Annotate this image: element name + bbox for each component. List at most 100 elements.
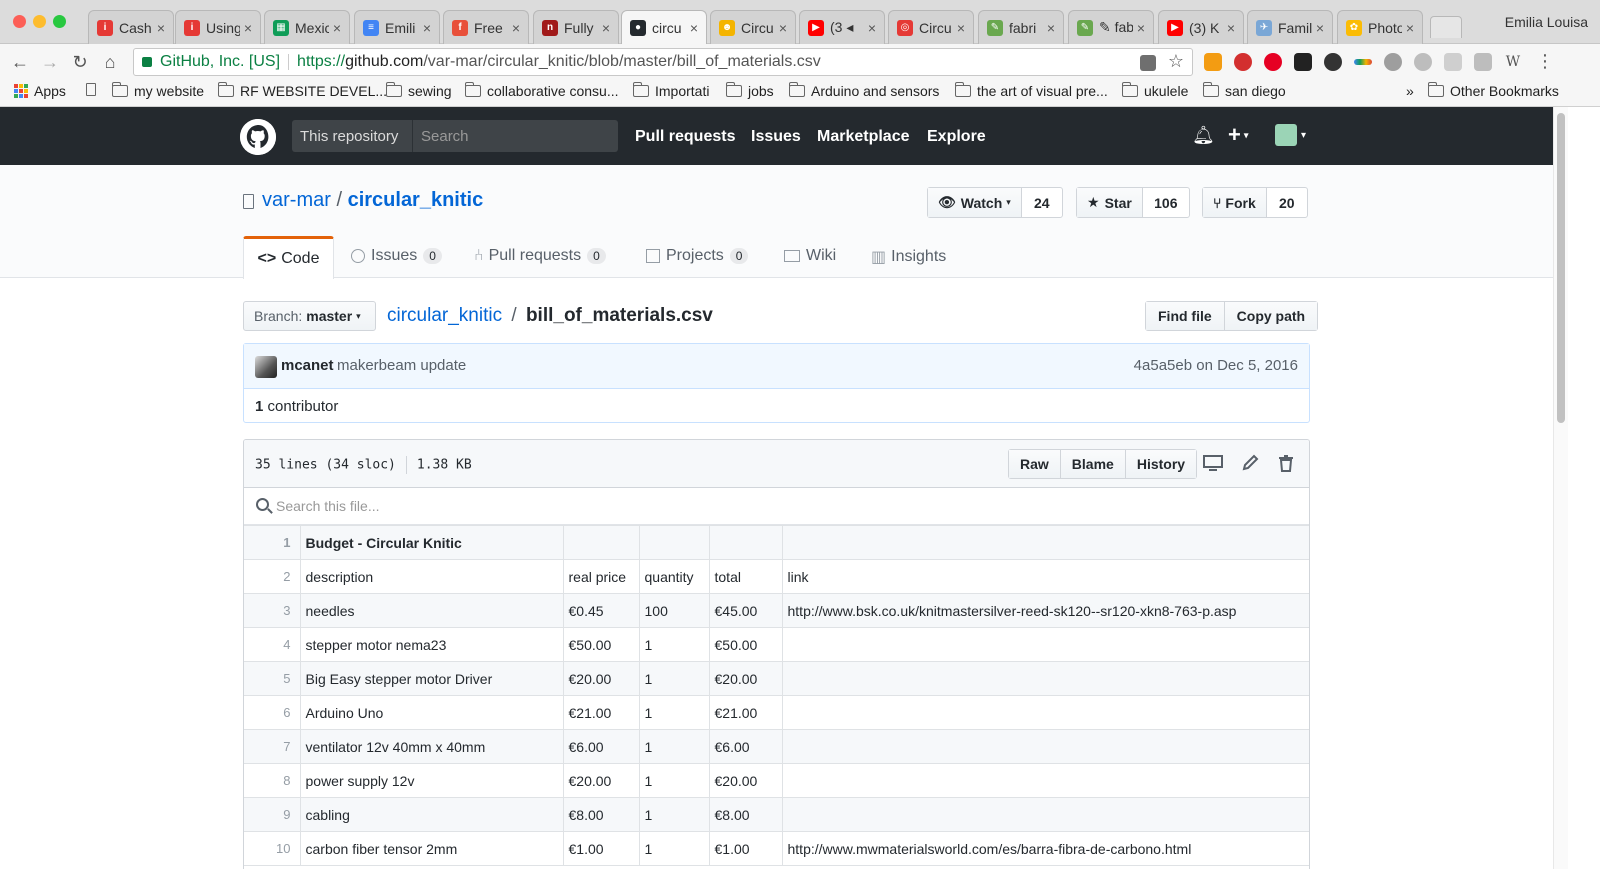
bookmark-collaborative[interactable]: collaborative consu... (465, 82, 619, 99)
commit-sha-link[interactable]: 4a5a5eb (1134, 357, 1192, 374)
bookmark-ukulele[interactable]: ukulele (1122, 82, 1188, 99)
close-tab-icon[interactable]: × (157, 20, 165, 36)
close-window-button[interactable] (13, 15, 26, 28)
line-number[interactable]: 3 (244, 593, 301, 628)
home-icon[interactable]: ⌂ (98, 50, 122, 74)
grey-extension-icon-2[interactable] (1414, 53, 1432, 71)
plus-icon[interactable]: + ▾ (1228, 122, 1249, 148)
tab-pull-requests[interactable]: ⑃ Pull requests 0 (474, 247, 606, 265)
pencil-icon[interactable] (1239, 452, 1261, 474)
line-number[interactable]: 10 (244, 831, 301, 866)
history-button[interactable]: History (1125, 450, 1197, 478)
scrollbar-thumb[interactable] (1557, 113, 1565, 423)
close-tab-icon[interactable]: × (423, 20, 431, 36)
bookmark-arduino[interactable]: Arduino and sensors (789, 82, 939, 99)
nav-pull-requests[interactable]: Pull requests (635, 128, 735, 146)
browser-tab[interactable]: ✿ Photo × (1337, 10, 1423, 44)
fork-button[interactable]: ⑂ Fork (1203, 188, 1267, 217)
close-tab-icon[interactable]: × (512, 20, 520, 36)
repo-name-link[interactable]: circular_knitic (348, 189, 484, 211)
nav-explore[interactable]: Explore (927, 128, 986, 146)
watch-count[interactable]: 24 (1022, 188, 1062, 217)
rss-extension-icon[interactable] (1204, 53, 1222, 71)
browser-tab[interactable]: ✎ ✎ fab × (1068, 10, 1154, 44)
avatar[interactable] (255, 356, 277, 378)
contributors[interactable]: 1 contributor (255, 398, 338, 415)
browser-tab[interactable]: ✎ fabri × (978, 10, 1064, 44)
browser-tab[interactable]: ▦ Mexic × (264, 10, 350, 44)
commit-author-link[interactable]: mcanet (281, 357, 334, 374)
avatar-menu[interactable]: ▾ (1275, 124, 1306, 146)
forward-icon[interactable]: → (38, 50, 62, 74)
back-icon[interactable]: ← (8, 50, 32, 74)
star-button[interactable]: ★ Star (1077, 188, 1143, 217)
file-search-input[interactable]: Search this file... (244, 488, 1309, 525)
bookmark-jobs[interactable]: jobs (726, 82, 774, 99)
bookmark-importati[interactable]: Importati (633, 82, 709, 99)
browser-tab[interactable]: n Fully × (533, 10, 619, 44)
buffer-extension-icon[interactable] (1294, 53, 1312, 71)
close-tab-icon[interactable]: × (1227, 20, 1235, 36)
close-tab-icon[interactable]: × (779, 20, 787, 36)
trash-icon[interactable] (1275, 452, 1297, 474)
line-number[interactable]: 9 (244, 797, 301, 832)
browser-tab[interactable]: ▶ (3 ◂ × (799, 10, 885, 44)
page-scrollbar[interactable] (1553, 107, 1568, 869)
adblock-extension-icon[interactable] (1234, 53, 1252, 71)
line-number[interactable]: 6 (244, 695, 301, 730)
fork-count[interactable]: 20 (1267, 188, 1307, 217)
line-number[interactable]: 2 (244, 559, 301, 594)
browser-tab[interactable]: ● circu × (621, 10, 707, 44)
close-tab-icon[interactable]: × (1406, 20, 1414, 36)
pinterest-extension-icon[interactable] (1264, 53, 1282, 71)
bookmark-apps[interactable]: Apps (14, 83, 66, 99)
bell-icon[interactable]: 🔔︎ (1192, 125, 1215, 146)
search-input[interactable]: Search (412, 120, 618, 152)
rainbow-extension-icon[interactable] (1354, 59, 1372, 65)
bookmark-my-website[interactable]: my website (112, 82, 204, 99)
browser-tab[interactable]: ☻ Circu × (710, 10, 796, 44)
close-tab-icon[interactable]: × (1137, 20, 1145, 36)
breadcrumb-repo-link[interactable]: circular_knitic (387, 305, 502, 326)
nav-marketplace[interactable]: Marketplace (817, 128, 910, 146)
browser-tab[interactable]: f Free × (443, 10, 529, 44)
tab-issues[interactable]: Issues 0 (351, 247, 442, 265)
watch-button[interactable]: 👁︎ Watch ▾ (928, 188, 1022, 217)
nav-issues[interactable]: Issues (751, 128, 801, 146)
tab-wiki[interactable]: Wiki (784, 247, 836, 265)
close-tab-icon[interactable]: × (602, 20, 610, 36)
close-tab-icon[interactable]: × (868, 20, 876, 36)
commit-message-link[interactable]: makerbeam update (337, 357, 466, 374)
close-tab-icon[interactable]: × (244, 20, 252, 36)
address-bar[interactable]: GitHub, Inc. [US] https://github.com/var… (133, 48, 1193, 76)
repo-owner-link[interactable]: var-mar (262, 189, 331, 211)
browser-tab[interactable]: i Cash × (88, 10, 174, 44)
reload-icon[interactable]: ↻ (68, 50, 92, 74)
minimize-window-button[interactable] (33, 15, 46, 28)
tab-insights[interactable]: ▥ Insights (871, 247, 946, 267)
translate-icon[interactable] (1140, 55, 1156, 71)
close-tab-icon[interactable]: × (690, 20, 698, 36)
github-logo-icon[interactable] (240, 119, 276, 155)
line-number[interactable]: 1 (244, 525, 301, 560)
new-tab-button[interactable] (1430, 16, 1462, 38)
browser-tab[interactable]: ▶ (3) K × (1158, 10, 1244, 44)
browser-tab[interactable]: ◎ Circu × (888, 10, 974, 44)
bookmark-sewing[interactable]: sewing (386, 82, 452, 99)
bookmark-page[interactable] (86, 83, 96, 96)
line-number[interactable]: 7 (244, 729, 301, 764)
line-number[interactable]: 5 (244, 661, 301, 696)
blame-button[interactable]: Blame (1060, 450, 1126, 478)
raw-button[interactable]: Raw (1009, 450, 1061, 478)
star-bookmark-icon[interactable]: ☆ (1168, 51, 1184, 72)
bookmarks-overflow-button[interactable]: » (1406, 83, 1414, 99)
grey-extension-icon-1[interactable] (1384, 53, 1402, 71)
line-number[interactable]: 4 (244, 627, 301, 662)
close-tab-icon[interactable]: × (957, 20, 965, 36)
menu-kebab-icon[interactable]: ⋮ (1536, 52, 1554, 71)
find-file-button[interactable]: Find file (1146, 302, 1225, 330)
browser-tab[interactable]: ✈ Famil × (1247, 10, 1333, 44)
grey-extension-icon-4[interactable] (1474, 53, 1492, 71)
camera-extension-icon[interactable] (1324, 53, 1342, 71)
copy-path-button[interactable]: Copy path (1224, 302, 1318, 330)
